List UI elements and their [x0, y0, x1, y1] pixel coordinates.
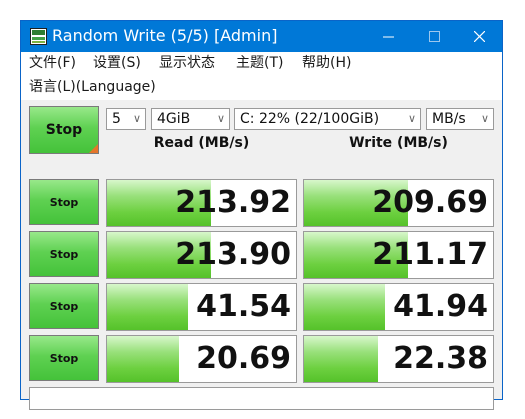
close-icon [473, 31, 485, 42]
unit-value: MB/s [432, 111, 466, 127]
chevron-down-icon: ∨ [132, 112, 141, 125]
status-bar [29, 387, 494, 410]
menu-language[interactable]: 语言(L)(Language) [29, 78, 156, 96]
write-result: 211.17 [303, 231, 494, 279]
maximize-icon [428, 31, 440, 42]
benchmark-panel: Stop 5 ∨ 4GiB ∨ C: 22% (22/100GiB) ∨ MB/… [21, 100, 502, 410]
write-value: 22.38 [393, 341, 488, 376]
test-count-value: 5 [112, 111, 121, 127]
stop-all-button[interactable]: Stop [29, 106, 99, 154]
row-stop-label: Stop [49, 299, 79, 313]
read-column-header: Read (MB/s) [153, 135, 250, 151]
drive-value: C: 22% (22/100GiB) [240, 111, 380, 127]
menu-file[interactable]: 文件(F) [29, 54, 76, 72]
test-size-value: 4GiB [157, 111, 191, 127]
close-button[interactable] [456, 21, 502, 52]
row-stop-button[interactable]: Stop [29, 179, 99, 225]
read-bar [107, 284, 189, 330]
read-result: 20.69 [106, 335, 297, 383]
menu-display-status[interactable]: 显示状态 [159, 54, 215, 72]
write-result: 41.94 [303, 283, 494, 331]
row-stop-button[interactable]: Stop [29, 231, 99, 277]
read-value: 213.92 [175, 185, 291, 220]
read-value: 41.54 [196, 289, 291, 324]
chevron-down-icon: ∨ [480, 112, 489, 125]
write-value: 211.17 [372, 237, 488, 272]
chevron-down-icon: ∨ [216, 112, 225, 125]
read-result: 213.92 [106, 179, 297, 227]
row-stop-label: Stop [49, 351, 79, 365]
minimize-button[interactable] [365, 21, 411, 52]
menu-help[interactable]: 帮助(H) [302, 54, 351, 72]
write-value: 209.69 [372, 185, 488, 220]
read-value: 213.90 [175, 237, 291, 272]
app-icon [30, 28, 47, 45]
window-title: Random Write (5/5) [Admin] [52, 26, 278, 45]
test-size-select[interactable]: 4GiB ∨ [151, 108, 230, 130]
write-column-header: Write (MB/s) [349, 135, 448, 151]
write-result: 22.38 [303, 335, 494, 383]
corner-marker-icon [89, 144, 98, 153]
write-value: 41.94 [393, 289, 488, 324]
row-stop-button[interactable]: Stop [29, 335, 99, 381]
read-result: 213.90 [106, 231, 297, 279]
write-result: 209.69 [303, 179, 494, 227]
menu-settings[interactable]: 设置(S) [93, 54, 141, 72]
row-stop-label: Stop [49, 247, 79, 261]
app-window: Random Write (5/5) [Admin] 文件(F) 设置(S) 显… [20, 20, 503, 410]
maximize-button[interactable] [411, 21, 457, 52]
menu-bar: 文件(F) 设置(S) 显示状态 主题(T) 帮助(H) 语言(L)(Langu… [21, 52, 502, 100]
menu-theme[interactable]: 主题(T) [236, 54, 283, 72]
unit-select[interactable]: MB/s ∨ [426, 108, 494, 130]
row-stop-button[interactable]: Stop [29, 283, 99, 329]
stop-all-label: Stop [45, 122, 83, 138]
minimize-icon [382, 36, 394, 38]
test-count-select[interactable]: 5 ∨ [106, 108, 146, 130]
chevron-down-icon: ∨ [407, 112, 416, 125]
row-stop-label: Stop [49, 195, 79, 209]
write-bar [304, 284, 386, 330]
title-bar[interactable]: Random Write (5/5) [Admin] [21, 21, 502, 52]
write-bar [304, 336, 378, 382]
read-bar [107, 336, 179, 382]
read-result: 41.54 [106, 283, 297, 331]
drive-select[interactable]: C: 22% (22/100GiB) ∨ [234, 108, 421, 130]
read-value: 20.69 [196, 341, 291, 376]
